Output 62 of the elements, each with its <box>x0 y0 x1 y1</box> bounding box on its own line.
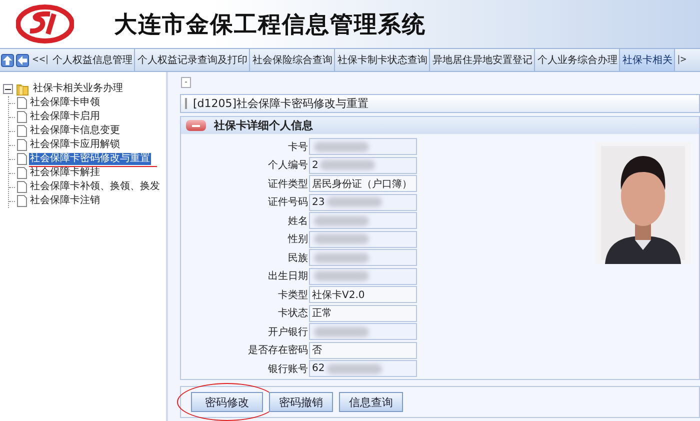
input-field[interactable] <box>309 268 417 284</box>
field-label: 卡类型 <box>277 288 309 302</box>
section-title: 社保卡详细个人信息 <box>214 118 313 133</box>
field-label: 证件号码 <box>267 196 309 209</box>
input-field[interactable]: 社保卡V2.0 <box>309 286 417 303</box>
tree-item[interactable]: 社会保障卡注销 <box>29 195 101 207</box>
field-label: 民族 <box>287 252 309 264</box>
input-field[interactable]: 正常 <box>309 304 417 322</box>
input-field[interactable] <box>309 323 417 340</box>
input-field[interactable] <box>309 138 417 155</box>
tree-item[interactable]: 社会保障卡补领、换领、换发 <box>29 181 161 193</box>
folder-icon <box>16 82 29 96</box>
tab[interactable]: 社保卡制卡状态查询 <box>335 49 430 71</box>
page-icon <box>17 181 27 193</box>
action-button[interactable]: 密码撤销 <box>269 392 333 412</box>
field-label: 是否存在密码 <box>247 344 309 357</box>
scroll-right-control[interactable]: |> <box>675 55 689 65</box>
up-arrow-icon[interactable] <box>1 54 14 66</box>
tab[interactable]: 异地居住异地安置登记 <box>430 49 536 71</box>
input-field[interactable] <box>309 249 417 266</box>
back-arrow-icon[interactable] <box>16 54 29 66</box>
tree-item[interactable]: 社会保障卡信息变更 <box>29 125 121 137</box>
action-button[interactable]: 信息查询 <box>339 392 403 412</box>
page-icon <box>17 97 27 109</box>
field-label: 开户银行 <box>267 326 309 338</box>
tree-item[interactable]: 社会保障卡应用解锁 <box>29 139 121 151</box>
input-field[interactable] <box>309 230 417 248</box>
field-label: 个人编号 <box>267 158 309 172</box>
page-icon <box>17 195 27 207</box>
input-field[interactable] <box>309 212 417 229</box>
input-field[interactable]: 否 <box>309 342 417 358</box>
tab[interactable]: 个人权益记录查询及打印 <box>135 49 250 71</box>
logo-icon <box>16 4 74 44</box>
page-icon <box>17 139 27 151</box>
action-button[interactable]: 密码修改 <box>191 392 263 412</box>
page-icon <box>17 167 27 179</box>
field-label: 证件类型 <box>267 178 309 190</box>
input-field[interactable]: 2 <box>309 156 417 174</box>
field-label: 姓名 <box>287 214 309 228</box>
field-label: 性别 <box>286 232 309 246</box>
page-icon <box>17 111 27 123</box>
input-field[interactable]: 62 <box>309 360 417 377</box>
field-label: 银行账号 <box>267 362 309 376</box>
field-label: 卡状态 <box>277 306 309 320</box>
tree-folder-label[interactable]: 社保卡相关业务办理 <box>32 83 124 95</box>
tree-item[interactable]: 社会保障卡申领 <box>29 97 101 109</box>
tab[interactable]: 社保卡相关 <box>620 49 676 71</box>
tree-item[interactable]: 社会保障卡启用 <box>29 111 101 123</box>
input-field[interactable]: 居民身份证（户口簿） <box>309 175 417 192</box>
page-icon <box>17 125 27 137</box>
tab[interactable]: 个人权益信息管理 <box>50 49 136 71</box>
collapse-toggle[interactable] <box>3 84 13 94</box>
field-label: 出生日期 <box>267 270 309 283</box>
tree-item[interactable]: 社会保障卡解挂 <box>29 167 101 179</box>
app-title: 大连市金保工程信息管理系统 <box>114 10 426 40</box>
panel-title: [d1205]社会保障卡密码修改与重置 <box>193 96 369 111</box>
field-label: 卡号 <box>287 140 309 154</box>
input-field[interactable]: 23 <box>309 194 417 210</box>
scroll-left-control[interactable]: <<| <box>30 55 50 65</box>
tab[interactable]: 社会保险综合查询 <box>250 49 336 71</box>
page-icon <box>17 153 27 165</box>
collapse-icon[interactable] <box>186 120 206 131</box>
